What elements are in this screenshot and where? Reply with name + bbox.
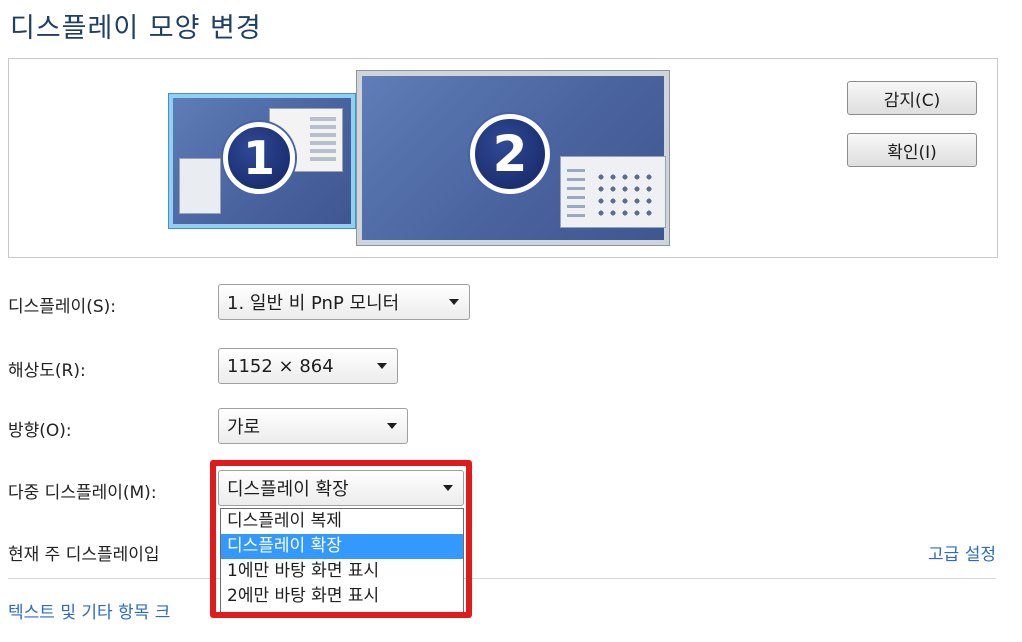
display-label: 디스플레이(S): [8, 297, 116, 317]
resolution-dropdown[interactable]: 1152 × 864 [218, 348, 398, 384]
chevron-down-icon [377, 363, 387, 369]
advanced-settings-link[interactable]: 고급 설정 [928, 540, 996, 565]
window-lines [310, 117, 336, 161]
orientation-dropdown[interactable]: 가로 [218, 408, 408, 444]
identify-button[interactable]: 확인(I) [847, 133, 977, 167]
resolution-dropdown-value: 1152 × 864 [227, 355, 334, 377]
window-lines [567, 169, 585, 217]
text-size-link[interactable]: 텍스트 및 기타 항목 크 [8, 598, 170, 623]
monitor-2[interactable]: 2 [356, 70, 670, 246]
monitor-2-badge: 2 [470, 114, 550, 194]
chevron-down-icon [449, 299, 459, 305]
orientation-label: 방향(O): [8, 421, 72, 441]
page-title: 디스플레이 모양 변경 [10, 13, 262, 44]
divider [8, 578, 996, 579]
display-dropdown-value: 1. 일반 비 PnP 모니터 [227, 293, 400, 314]
annotation-highlight-box [210, 460, 472, 618]
chevron-down-icon [387, 423, 397, 429]
monitor-1[interactable]: 1 [168, 93, 356, 229]
icon-grid [595, 171, 655, 219]
monitor-preview-area: 1 2 감지(C) 확인(I) [8, 58, 998, 258]
detect-button[interactable]: 감지(C) [847, 81, 977, 115]
orientation-dropdown-value: 가로 [227, 417, 261, 438]
monitor-1-badge: 1 [223, 122, 295, 194]
multi-display-label: 다중 디스플레이(M): [8, 483, 157, 503]
resolution-label: 해상도(R): [8, 361, 86, 381]
window-thumbnail [179, 158, 221, 214]
display-dropdown[interactable]: 1. 일반 비 PnP 모니터 [218, 284, 470, 320]
current-display-text: 현재 주 디스플레이입 [8, 545, 160, 565]
window-thumbnail [560, 156, 666, 228]
